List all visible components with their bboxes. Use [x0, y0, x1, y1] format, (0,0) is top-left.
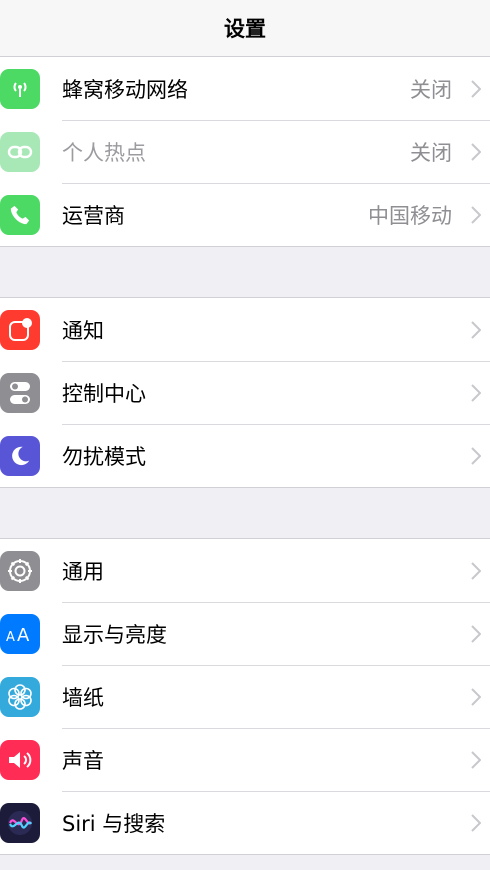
flower-icon: [0, 676, 40, 717]
text-size-icon: A A: [0, 613, 40, 654]
row-siri-search[interactable]: Siri 与搜索: [0, 791, 490, 854]
row-wallpaper[interactable]: 墙纸: [0, 665, 490, 728]
chevron-right-icon: [462, 813, 490, 832]
row-label: 蜂窝移动网络: [62, 77, 188, 102]
svg-text:A: A: [6, 630, 15, 645]
chevron-right-icon: [462, 561, 490, 580]
row-detail: 中国移动: [368, 203, 452, 228]
chevron-right-icon: [462, 687, 490, 706]
speaker-icon: [0, 739, 40, 780]
row-label: 声音: [62, 748, 104, 773]
siri-icon: [0, 802, 40, 843]
antenna-icon: [0, 68, 40, 109]
row-detail: 关闭: [410, 77, 452, 102]
chevron-right-icon: [462, 320, 490, 339]
row-notifications[interactable]: 通知: [0, 298, 490, 361]
phone-icon: [0, 194, 40, 235]
row-personal-hotspot[interactable]: 个人热点 关闭: [0, 120, 490, 183]
svg-text:A: A: [17, 625, 30, 645]
chevron-right-icon: [462, 624, 490, 643]
row-label: 运营商: [62, 203, 125, 228]
row-sounds[interactable]: 声音: [0, 728, 490, 791]
gear-icon: [0, 550, 40, 591]
row-label: Siri 与搜索: [62, 811, 166, 836]
chevron-right-icon: [462, 205, 490, 224]
moon-icon: [0, 435, 40, 476]
group-general: 通用 A A 显示与亮度 墙纸 声音 Siri 与搜索: [0, 538, 490, 855]
chevron-right-icon: [462, 750, 490, 769]
row-label: 通知: [62, 318, 104, 343]
row-cellular[interactable]: 蜂窝移动网络 关闭: [0, 57, 490, 120]
notification-icon: [0, 309, 40, 350]
row-carrier[interactable]: 运营商 中国移动: [0, 183, 490, 246]
row-detail: 关闭: [410, 140, 452, 165]
row-general[interactable]: 通用: [0, 539, 490, 602]
page-title: 设置: [224, 17, 266, 41]
chevron-right-icon: [462, 383, 490, 402]
row-label: 个人热点: [62, 140, 146, 165]
chevron-right-icon: [462, 142, 490, 161]
row-label: 墙纸: [62, 685, 104, 710]
row-control-center[interactable]: 控制中心: [0, 361, 490, 424]
row-label: 控制中心: [62, 381, 146, 406]
chevron-right-icon: [462, 79, 490, 98]
row-label: 通用: [62, 559, 104, 584]
chevron-right-icon: [462, 446, 490, 465]
group-connectivity: 蜂窝移动网络 关闭 个人热点 关闭 运营商 中国移动: [0, 57, 490, 247]
row-label: 勿扰模式: [62, 444, 146, 469]
nav-bar: 设置: [0, 0, 490, 57]
group-notifications: 通知 控制中心 勿扰模式: [0, 297, 490, 488]
toggles-icon: [0, 372, 40, 413]
row-label: 显示与亮度: [62, 622, 167, 647]
row-display-brightness[interactable]: A A 显示与亮度: [0, 602, 490, 665]
row-do-not-disturb[interactable]: 勿扰模式: [0, 424, 490, 487]
hotspot-link-icon: [0, 131, 40, 172]
